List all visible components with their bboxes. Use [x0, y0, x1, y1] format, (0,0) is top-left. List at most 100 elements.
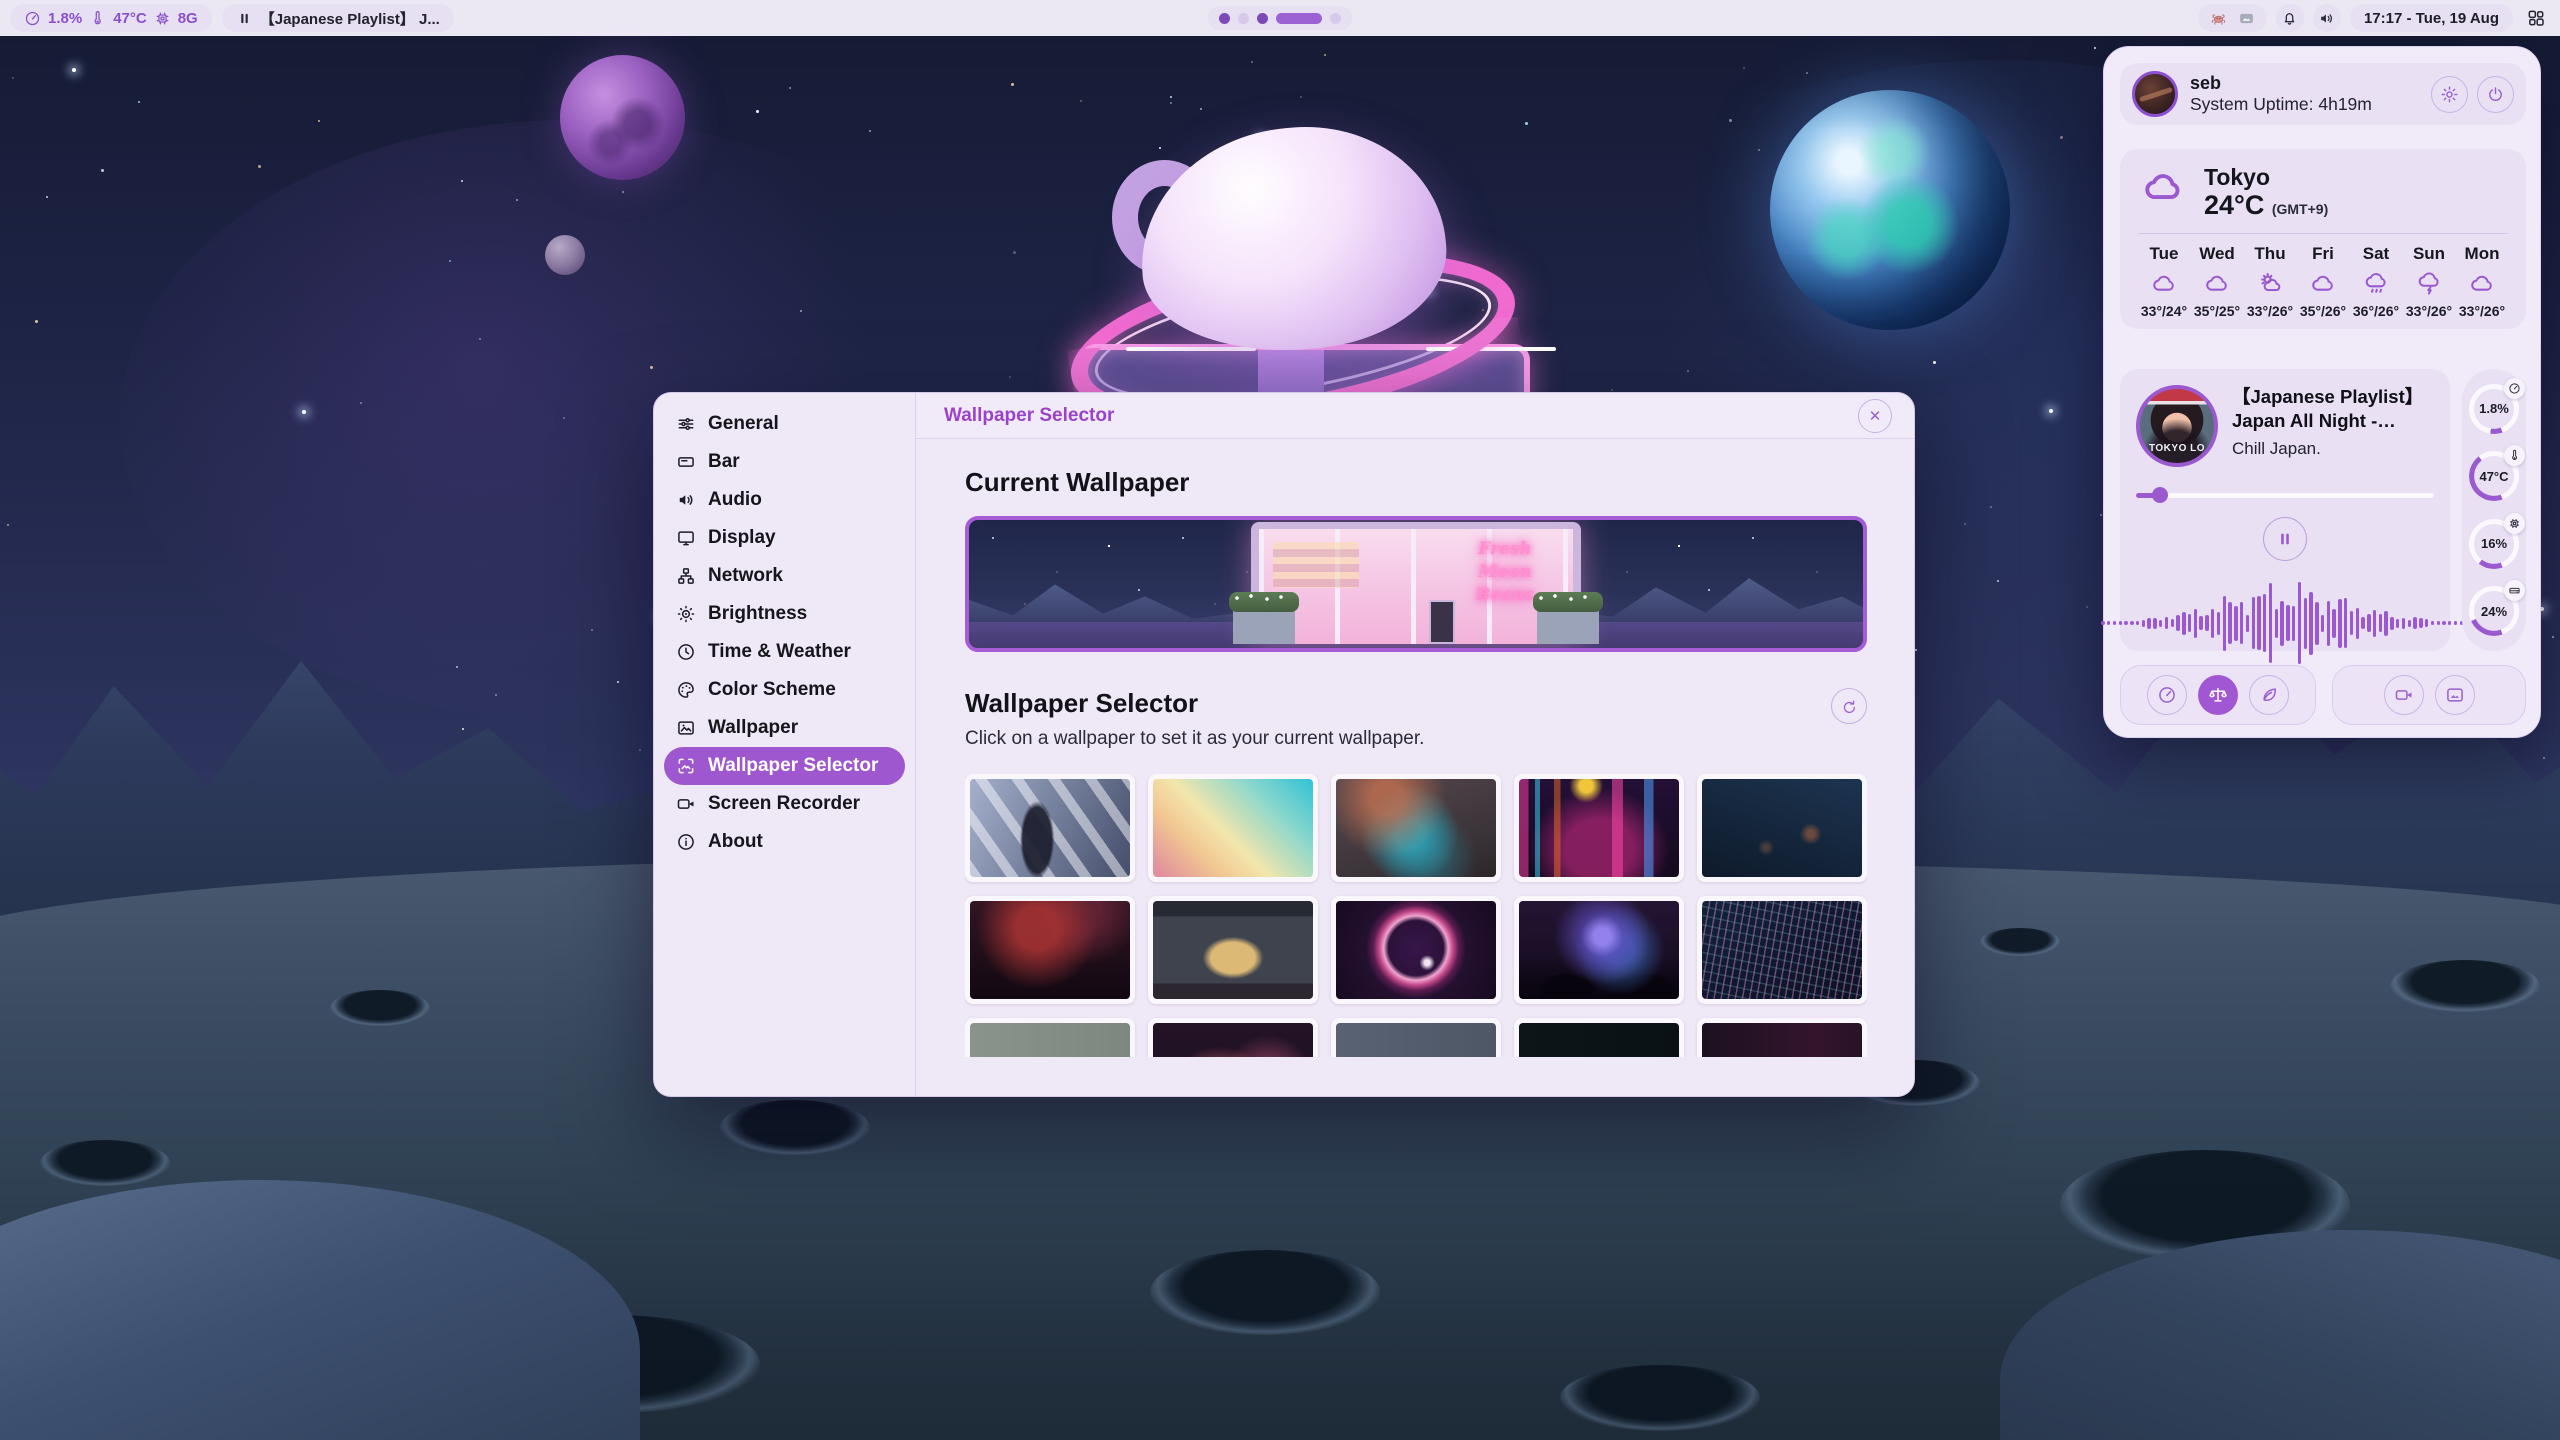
wallpaper-thumbnail[interactable]	[1697, 774, 1867, 882]
wallpaper-thumbnail[interactable]	[1514, 774, 1684, 882]
speedometer-icon	[2504, 378, 2525, 399]
visualizer-bar	[2442, 621, 2445, 625]
wallpaper-thumbnail[interactable]	[1331, 774, 1501, 882]
screenshot-icon[interactable]	[2238, 10, 2255, 27]
power-profile-balanced[interactable]	[2198, 675, 2238, 715]
forecast-temps: 35°/26°	[2300, 303, 2346, 319]
settings-window: General BarAudioDisplayNetworkBrightnessT…	[653, 392, 1915, 1097]
progress-thumb[interactable]	[2152, 487, 2168, 503]
star	[1990, 506, 1992, 508]
wallpaper-thumbnail[interactable]	[1514, 1018, 1684, 1057]
settings-scroll-area[interactable]: Current Wallpaper Fresh Moon Beans	[916, 439, 1914, 1096]
sidebar-item-screen-recorder[interactable]: Screen Recorder	[664, 785, 905, 823]
visualizer-bar	[2431, 621, 2434, 625]
visualizer-bar	[2211, 609, 2214, 638]
forecast-temps: 33°/26°	[2459, 303, 2505, 319]
visualizer-bar	[2153, 618, 2156, 629]
visualizer-bar	[2257, 596, 2260, 650]
visualizer-bar	[2130, 621, 2133, 625]
sidebar-item-about[interactable]: About	[664, 823, 905, 861]
wallpaper-thumbnail[interactable]	[1148, 1018, 1318, 1057]
weather-card: Tokyo 24°C (GMT+9) Tue33°/24°Wed35°/25°T…	[2120, 149, 2526, 329]
forecast-day-wed: Wed35°/25°	[2191, 244, 2243, 319]
weather-temperature: 24°C	[2204, 190, 2264, 220]
sidebar-item-time-weather[interactable]: Time & Weather	[664, 633, 905, 671]
refresh-button[interactable]	[1831, 688, 1867, 724]
visualizer-bar	[2269, 583, 2272, 663]
sidebar-item-label: General	[708, 413, 779, 435]
settings-button[interactable]	[2431, 76, 2468, 113]
notifications-button[interactable]	[2276, 4, 2304, 32]
sidebar-item-bar[interactable]: Bar	[664, 443, 905, 481]
workspace-dot-empty[interactable]	[1330, 13, 1341, 24]
visualizer-bar	[2188, 614, 2191, 632]
crab-icon[interactable]	[2210, 10, 2227, 27]
sidebar-item-wallpaper-selector[interactable]: Wallpaper Selector	[664, 747, 905, 785]
sidebar-item-audio[interactable]: Audio	[664, 481, 905, 519]
settings-sidebar: General BarAudioDisplayNetworkBrightnessT…	[654, 393, 916, 1096]
workspace-dot-occupied[interactable]	[1257, 13, 1268, 24]
workspace-indicator[interactable]	[1208, 6, 1352, 30]
visualizer-bar	[2199, 616, 2202, 630]
system-tray[interactable]	[2198, 4, 2267, 32]
sidebar-item-network[interactable]: Network	[664, 557, 905, 595]
close-button[interactable]: ✕	[1858, 399, 1892, 433]
wallpaper-thumbnail[interactable]	[1697, 1018, 1867, 1057]
system-uptime: System Uptime: 4h19m	[2190, 94, 2372, 116]
wallpaper-thumbnail[interactable]	[1331, 896, 1501, 1004]
wallpaper-thumbnail[interactable]	[1331, 1018, 1501, 1057]
chip-icon	[154, 10, 171, 27]
wallpaper-thumbnail[interactable]	[1697, 896, 1867, 1004]
visualizer-bar	[2437, 621, 2440, 625]
star	[479, 338, 481, 340]
weather-forecast: Tue33°/24°Wed35°/25°Thu33°/26°Fri35°/26°…	[2138, 244, 2508, 319]
quick-action-screen-record[interactable]	[2384, 675, 2424, 715]
visualizer-bar	[2304, 598, 2307, 649]
star	[1324, 54, 1326, 56]
wallpaper-thumbnail[interactable]	[1148, 896, 1318, 1004]
forecast-day-fri: Fri35°/26°	[2297, 244, 2349, 319]
wallpaper-thumbnail[interactable]	[965, 1018, 1135, 1057]
sidebar-item-label: Wallpaper	[708, 717, 798, 739]
star	[622, 191, 624, 193]
speaker-icon	[676, 490, 696, 510]
sidebar-item-color-scheme[interactable]: Color Scheme	[664, 671, 905, 709]
visualizer-bar	[2246, 615, 2249, 632]
star	[869, 130, 871, 132]
system-stats-pill[interactable]: 1.8% 47°C 8G	[10, 4, 212, 32]
sidebar-item-brightness[interactable]: Brightness	[664, 595, 905, 633]
workspace-dot-focused[interactable]	[1276, 13, 1322, 24]
pause-button[interactable]	[2263, 517, 2307, 561]
chalkboard-sign	[1429, 600, 1455, 644]
media-progress-bar[interactable]	[2136, 487, 2434, 503]
forecast-day-sun: Sun33°/26°	[2403, 244, 2455, 319]
star	[650, 366, 653, 369]
star	[2094, 47, 2096, 49]
media-pill[interactable]: 【Japanese Playlist】 J...	[222, 4, 454, 32]
wallpaper-thumbnail[interactable]	[1514, 896, 1684, 1004]
power-profile-power-saver[interactable]	[2249, 675, 2289, 715]
wallpaper-thumbnail[interactable]	[965, 896, 1135, 1004]
quick-action-wallpaper[interactable]	[2435, 675, 2475, 715]
speaker-icon	[2318, 10, 2335, 27]
star	[1170, 96, 1172, 98]
star	[1251, 61, 1253, 63]
power-button[interactable]	[2477, 76, 2514, 113]
workspace-dot-empty[interactable]	[1238, 13, 1249, 24]
clock[interactable]: 17:17 - Tue, 19 Aug	[2350, 4, 2513, 32]
chip-icon	[2508, 517, 2521, 530]
power-profile-performance[interactable]	[2147, 675, 2187, 715]
wallpaper-thumbnail[interactable]	[965, 774, 1135, 882]
star	[12, 77, 14, 79]
volume-button[interactable]	[2313, 4, 2341, 32]
wallpaper-thumbnail[interactable]	[1148, 774, 1318, 882]
sidebar-item-general[interactable]: General	[664, 405, 905, 443]
current-wallpaper-preview[interactable]: Fresh Moon Beans	[965, 516, 1867, 652]
cloud-icon	[2310, 270, 2337, 297]
dashboard-button[interactable]	[2522, 4, 2550, 32]
visualizer-bar	[2194, 609, 2197, 638]
star	[639, 749, 641, 751]
sidebar-item-wallpaper[interactable]: Wallpaper	[664, 709, 905, 747]
workspace-dot-occupied[interactable]	[1219, 13, 1230, 24]
sidebar-item-display[interactable]: Display	[664, 519, 905, 557]
